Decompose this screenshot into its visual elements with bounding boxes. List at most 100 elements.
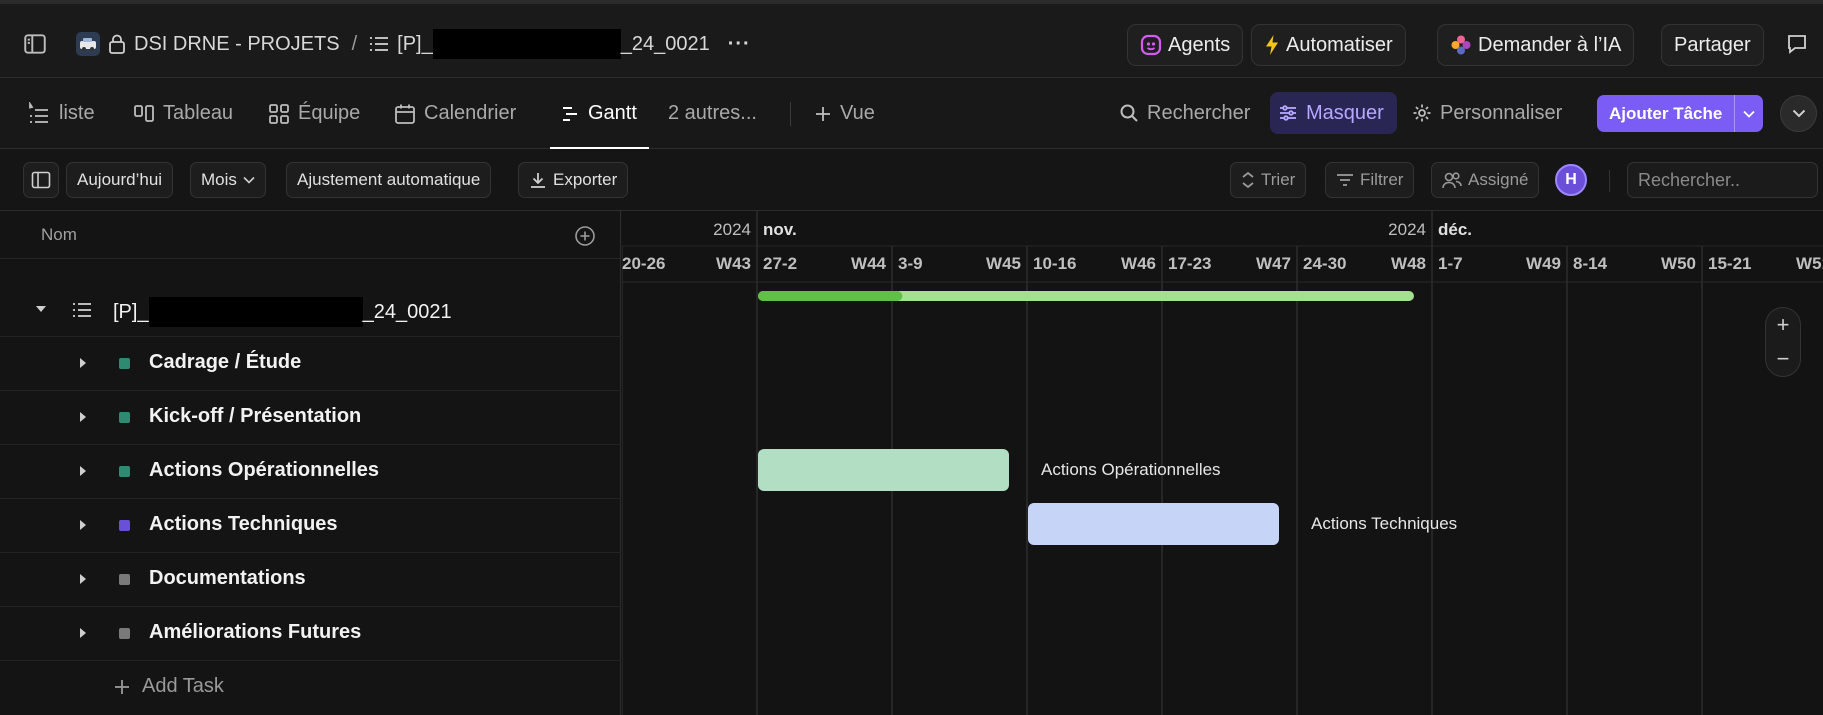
tab-liste[interactable]: liste (27, 78, 95, 149)
workspace-name[interactable]: DSI DRNE - PROJETS (134, 33, 340, 56)
more-options-button[interactable]: ··· (728, 33, 751, 56)
ask-ai-button[interactable]: Demander à l’IA (1437, 24, 1635, 66)
name-column-label[interactable]: Nom (41, 225, 77, 245)
hide-button[interactable]: Masquer (1270, 92, 1397, 134)
gantt-toolbar: Aujourd’hui Mois Ajustement automatique … (0, 149, 1823, 211)
week-label: W46 (1121, 254, 1156, 273)
task-row[interactable]: Kick-off / Présentation (0, 391, 621, 445)
task-row[interactable]: Documentations (0, 553, 621, 607)
toggle-task-list-button[interactable] (23, 162, 59, 198)
sliders-icon (1278, 103, 1298, 123)
add-view-button[interactable]: Vue (814, 78, 875, 149)
more-views-button[interactable]: 2 autres... (668, 78, 757, 149)
caret-right-icon[interactable] (74, 462, 92, 480)
more-views-label: 2 autres... (668, 102, 757, 124)
task-name[interactable]: Améliorations Futures (149, 621, 361, 644)
project-row[interactable]: [P]_ _24_0021 (0, 283, 621, 337)
week-label: W50 (1661, 254, 1696, 273)
share-button[interactable]: Partager (1661, 24, 1764, 66)
project-progress-fill (758, 291, 903, 301)
week-label: 24-30 (1303, 254, 1346, 273)
automate-button[interactable]: Automatiser (1251, 24, 1406, 66)
caret-right-icon[interactable] (74, 624, 92, 642)
sort-button[interactable]: Trier (1230, 162, 1307, 198)
task-name[interactable]: Documentations (149, 567, 306, 590)
tab-label: liste (59, 102, 95, 124)
today-button[interactable]: Aujourd’hui (66, 162, 174, 198)
week-label: W44 (851, 254, 887, 273)
plus-icon (114, 679, 130, 695)
tab-equipe[interactable]: Équipe (268, 78, 360, 149)
sidebar-toggle-icon (31, 171, 51, 189)
agents-button[interactable]: Agents (1127, 24, 1244, 66)
caret-right-icon[interactable] (74, 516, 92, 534)
avatar[interactable]: H (1555, 164, 1587, 196)
status-square (119, 520, 130, 531)
filter-button[interactable]: Filtrer (1325, 162, 1415, 198)
week-label: 27-2 (763, 254, 797, 273)
search-button[interactable]: Rechercher (1111, 92, 1258, 134)
project-name[interactable]: [P]_ _24_0021 (397, 29, 710, 59)
gantt-bar-label: Actions Techniques (1311, 514, 1457, 533)
gantt-timeline[interactable]: 20-26 W43 27-2 W44 3-9 W45 10-16 W46 17-23 W47 24-… (622, 211, 1823, 715)
tab-label: Tableau (163, 102, 234, 124)
zoom-in-button[interactable]: + (1777, 312, 1790, 338)
task-name[interactable]: Actions Opérationnelles (149, 459, 379, 482)
workspace-avatar[interactable] (76, 32, 100, 56)
caret-right-icon[interactable] (74, 570, 92, 588)
task-name[interactable]: Actions Techniques (149, 513, 338, 536)
week-label: W49 (1526, 254, 1561, 273)
gantt-task-bar (758, 449, 1009, 491)
caret-down-icon[interactable] (32, 300, 50, 318)
ask-ai-label: Demander à l’IA (1478, 33, 1622, 56)
add-task-row-button[interactable]: Add Task (114, 675, 224, 698)
task-row[interactable]: Améliorations Futures (0, 607, 621, 661)
tab-calendrier[interactable]: Calendrier (394, 78, 516, 149)
assigned-button[interactable]: Assigné (1431, 162, 1540, 198)
gantt-icon (560, 104, 580, 124)
top-bar: DSI DRNE - PROJETS / [P]_ _24_0021 ··· A… (0, 0, 1823, 78)
export-label: Exporter (553, 170, 618, 189)
lock-icon (108, 34, 126, 54)
add-task-button[interactable]: Ajouter Tâche (1597, 95, 1763, 132)
view-tabs-bar: liste Tableau Équipe Calendrier Gantt 2 … (0, 78, 1823, 150)
collapse-header-button[interactable] (1780, 95, 1817, 132)
customize-button[interactable]: Personnaliser (1404, 92, 1570, 134)
customize-label: Personnaliser (1440, 101, 1563, 124)
project-name[interactable]: [P]_ _24_0021 (113, 297, 452, 327)
list-icon (27, 101, 51, 126)
today-label: Aujourd’hui (77, 170, 163, 189)
task-name[interactable]: Cadrage / Étude (149, 351, 301, 374)
task-row[interactable]: Actions Opérationnelles (0, 445, 621, 499)
chevron-down-icon (1792, 109, 1806, 118)
task-row[interactable]: Actions Techniques (0, 499, 621, 553)
export-button[interactable]: Exporter (518, 162, 629, 198)
tab-gantt[interactable]: Gantt (550, 78, 649, 150)
task-list-panel: Nom [P]_ _24_0021 Cadrage / Étude Kick-o… (0, 211, 621, 715)
breadcrumb: DSI DRNE - PROJETS / [P]_ _24_0021 ··· (76, 29, 751, 59)
status-square (119, 412, 130, 423)
autofit-button[interactable]: Ajustement automatique (286, 162, 492, 198)
divider (1609, 170, 1610, 192)
agents-label: Agents (1168, 33, 1231, 56)
week-label: 10-16 (1033, 254, 1076, 273)
search-label: Rechercher (1147, 101, 1251, 124)
search-icon (1119, 103, 1139, 123)
chevron-down-icon[interactable] (1735, 110, 1763, 118)
task-row[interactable]: Cadrage / Étude (0, 337, 621, 391)
tab-tableau[interactable]: Tableau (133, 78, 233, 149)
zoom-out-button[interactable]: − (1777, 346, 1790, 372)
add-column-icon[interactable] (574, 225, 596, 247)
search-input[interactable] (1627, 162, 1818, 198)
download-icon (529, 171, 547, 189)
sidebar-toggle-icon[interactable] (20, 29, 50, 59)
tab-label: Équipe (298, 102, 361, 124)
caret-right-icon[interactable] (74, 354, 92, 372)
sort-icon (1241, 171, 1255, 189)
comment-icon[interactable] (1785, 32, 1809, 56)
week-label: 1-7 (1438, 254, 1463, 273)
scale-dropdown[interactable]: Mois (190, 162, 266, 198)
caret-right-icon[interactable] (74, 408, 92, 426)
month-year-label: 2024 (1388, 220, 1426, 239)
task-name[interactable]: Kick-off / Présentation (149, 405, 361, 428)
